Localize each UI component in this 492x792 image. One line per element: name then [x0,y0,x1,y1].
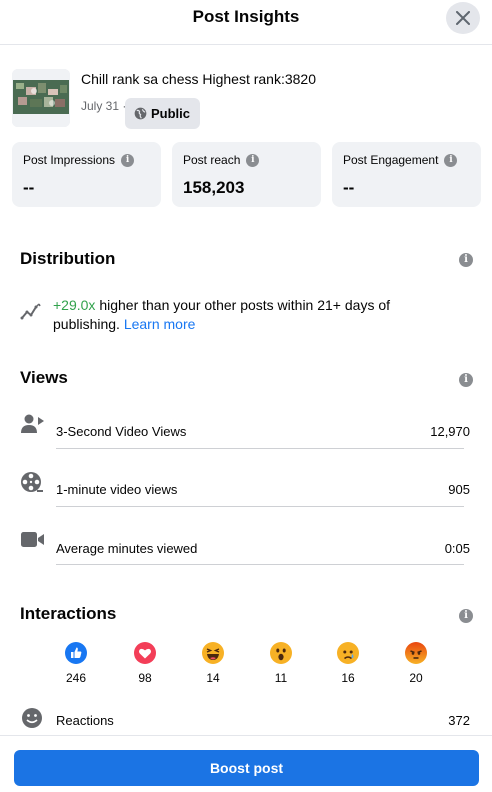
angry-icon [405,642,427,664]
views-row-1-minute: 1-minute video views 905 [20,471,472,511]
post-title: Chill rank sa chess Highest rank:3820 [81,71,317,87]
reaction-count: 14 [206,671,220,685]
stat-value: 158,203 [183,178,245,197]
like-icon [65,642,87,664]
smiley-icon [22,708,42,728]
info-icon[interactable]: i [444,153,458,167]
stat-label: Post reach [183,153,241,167]
views-row-label: 1-minute video views [56,482,178,497]
info-icon[interactable]: i [121,153,135,167]
dialog-title: Post Insights [192,7,300,26]
close-icon [456,11,470,25]
views-row-value: 905 [448,482,470,497]
views-row-3-second: 3-Second Video Views 12,970 [20,413,472,453]
globe-icon [134,107,147,120]
distribution-text: higher than your other posts within 21+ … [53,297,391,332]
stat-card-impressions: Post Impressions i -- [12,142,161,207]
post-summary: Chill rank sa chess Highest rank:3820 Ju… [12,69,482,129]
stat-value: -- [343,178,355,197]
reaction-wow: 11 [261,642,301,685]
reaction-love: 98 [125,642,165,685]
divider [56,506,464,507]
post-thumbnail[interactable] [12,69,70,127]
reaction-angry: 20 [396,642,436,685]
dialog-footer: Boost post [0,735,492,792]
divider [56,564,464,565]
reaction-count: 98 [138,671,152,685]
reactions-label: Reactions [56,713,114,728]
stat-card-reach: Post reach i 158,203 [172,142,321,207]
interactions-title: Interactions [20,604,117,623]
sad-icon [337,642,359,664]
info-icon[interactable]: i [459,253,473,267]
stat-value: -- [23,178,35,197]
divider [56,448,464,449]
privacy-label: Public [151,106,191,121]
reaction-like: 246 [56,642,96,685]
reaction-count: 20 [409,671,423,685]
boost-post-button[interactable]: Boost post [14,750,479,786]
post-date: July 31 · [81,99,127,113]
views-row-value: 0:05 [444,541,470,556]
privacy-button[interactable]: Public [125,98,201,129]
reaction-count: 11 [274,671,288,685]
views-row-label: 3-Second Video Views [56,424,187,439]
person-video-icon [21,414,44,433]
trend-icon [20,303,41,320]
views-row-label: Average minutes viewed [56,541,198,556]
reactions-total: 372 [448,713,470,728]
reaction-sad: 16 [328,642,368,685]
video-camera-icon [21,532,44,547]
film-reel-icon [21,472,43,492]
stat-label: Post Engagement [343,153,439,167]
info-icon[interactable]: i [459,609,473,623]
reaction-count: 16 [341,671,355,685]
love-icon [134,642,156,664]
info-icon[interactable]: i [459,373,473,387]
info-icon[interactable]: i [246,153,260,167]
reaction-count: 246 [65,671,87,685]
close-button[interactable] [446,2,480,34]
reaction-haha: 14 [193,642,233,685]
distribution-title: Distribution [20,249,116,268]
distribution-multiplier: +29.0x [53,297,96,313]
views-title: Views [20,368,68,387]
learn-more-link[interactable]: Learn more [124,316,196,332]
views-row-value: 12,970 [430,424,470,439]
stat-card-engagement: Post Engagement i -- [332,142,481,207]
wow-icon [270,642,292,664]
dialog-header: Post Insights [0,0,492,45]
haha-icon [202,642,224,664]
stat-label: Post Impressions [23,153,116,167]
